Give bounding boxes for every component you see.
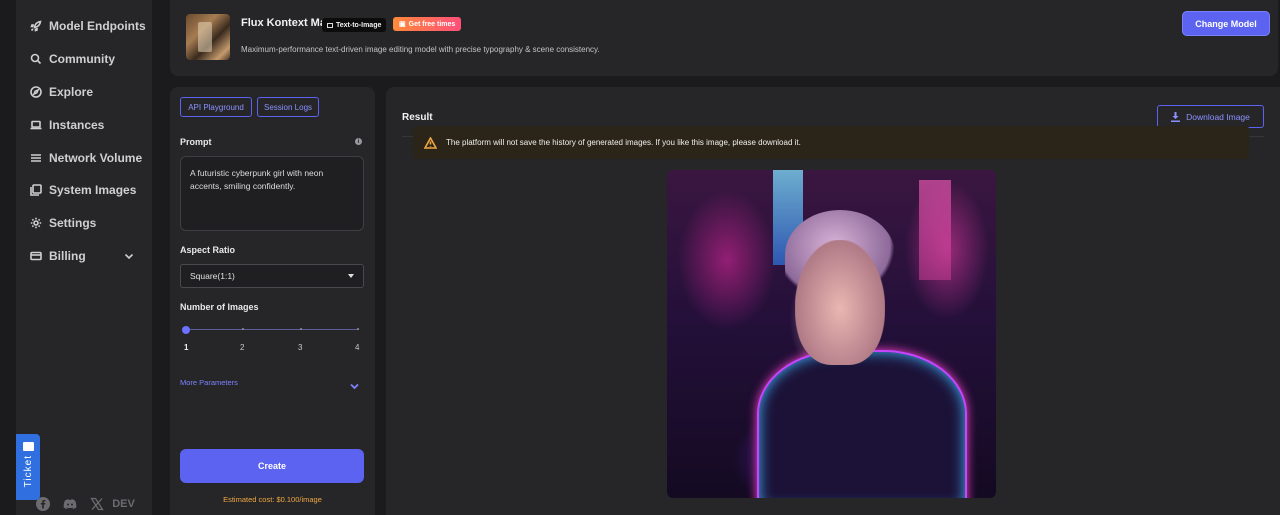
create-button[interactable]: Create	[180, 449, 364, 483]
warning-banner: The platform will not save the history o…	[413, 126, 1249, 159]
chevron-down-icon[interactable]	[350, 377, 359, 390]
aspect-ratio-label: Aspect Ratio	[180, 245, 236, 255]
sidebar-item-label: Network Volume	[49, 150, 143, 165]
prompt-input[interactable]: A futuristic cyberpunk girl with neon ac…	[180, 156, 364, 231]
compass-icon	[30, 86, 42, 98]
control-panel: API Playground Session Logs Prompt i A f…	[170, 87, 375, 515]
generated-image[interactable]	[667, 170, 996, 498]
prompt-label: Prompt	[180, 137, 212, 147]
neon-jacket	[757, 350, 967, 498]
sidebar-item-community[interactable]: Community	[16, 43, 152, 76]
warning-text: The platform will not save the history o…	[446, 138, 801, 147]
number-of-images-label: Number of Images	[180, 302, 259, 312]
tab-api-playground[interactable]: API Playground	[180, 97, 252, 117]
discord-icon[interactable]	[62, 496, 77, 511]
sidebar-nav: Model Endpoints Community Explore Instan…	[16, 10, 152, 272]
get-free-times-badge[interactable]: ▣ Get free times	[393, 17, 462, 31]
chevron-down-icon[interactable]	[124, 251, 134, 261]
list-icon	[31, 153, 41, 162]
text-to-image-tag: Text-to-Image	[322, 18, 387, 32]
sidebar-item-system-images[interactable]: System Images	[16, 174, 152, 207]
sidebar-item-label: Community	[49, 52, 115, 67]
sidebar-item-label: Explore	[49, 84, 94, 99]
face	[795, 240, 885, 365]
x-twitter-icon[interactable]	[89, 496, 104, 511]
slider-tick-label: 3	[298, 343, 303, 352]
neon-sign	[919, 180, 951, 280]
sidebar-item-label: Settings	[49, 216, 97, 231]
model-title: Flux Kontext Max	[241, 17, 333, 29]
download-image-button[interactable]: Download Image	[1157, 105, 1264, 128]
sidebar-item-label: Model Endpoints	[49, 19, 146, 34]
tab-session-logs[interactable]: Session Logs	[257, 97, 319, 117]
estimated-cost: Estimated cost: $0.100/image	[223, 495, 322, 504]
card-icon	[30, 251, 42, 261]
laptop-icon	[30, 120, 42, 130]
model-description: Maximum-performance text-driven image ed…	[241, 45, 600, 54]
model-header: Flux Kontext Max Text-to-Image ▣ Get free…	[170, 0, 1278, 76]
sidebar: Model Endpoints Community Explore Instan…	[16, 0, 152, 515]
more-parameters-toggle[interactable]: More Parameters	[180, 378, 238, 387]
slider-tick-label: 2	[240, 343, 245, 352]
sidebar-item-label: System Images	[49, 183, 137, 198]
slider-handle[interactable]	[182, 326, 190, 334]
social-links: DEV	[35, 496, 135, 511]
caret-down-icon	[348, 274, 354, 278]
slider-tick-label: 1	[184, 343, 189, 352]
aspect-ratio-select[interactable]: Square(1:1)	[180, 264, 364, 288]
aspect-ratio-value: Square(1:1)	[190, 271, 235, 281]
download-icon	[1171, 111, 1181, 122]
result-panel: Result Download Image The platform will …	[386, 87, 1280, 515]
images-icon	[30, 184, 42, 197]
slider-tick-label: 4	[355, 343, 360, 352]
rocket-icon	[30, 20, 42, 33]
info-icon[interactable]: i	[355, 138, 362, 145]
ticket-icon	[22, 442, 34, 451]
sidebar-item-explore[interactable]: Explore	[16, 76, 152, 109]
ticket-label: Ticket	[22, 455, 34, 488]
download-label: Download Image	[1186, 111, 1250, 122]
model-thumbnail	[186, 14, 230, 60]
change-model-button[interactable]: Change Model	[1182, 11, 1270, 36]
sidebar-item-label: Instances	[49, 117, 105, 132]
sidebar-item-network-volume[interactable]: Network Volume	[16, 141, 152, 174]
gift-icon: ▣	[399, 21, 406, 28]
image-tag-icon	[327, 22, 333, 28]
result-title: Result	[402, 112, 433, 123]
badge-label: Get free times	[408, 20, 456, 28]
slider-tick	[242, 328, 244, 330]
ticket-button[interactable]: Ticket	[16, 434, 40, 500]
slider-tick	[357, 328, 359, 330]
warning-icon	[424, 136, 437, 149]
sidebar-item-settings[interactable]: Settings	[16, 207, 152, 240]
number-of-images-slider[interactable]	[186, 329, 359, 330]
sidebar-item-label: Billing	[49, 248, 86, 263]
dev-icon[interactable]: DEV	[112, 496, 135, 511]
gear-icon	[30, 217, 42, 229]
community-search-icon	[30, 53, 42, 65]
sidebar-item-model-endpoints[interactable]: Model Endpoints	[16, 10, 152, 43]
tag-label: Text-to-Image	[336, 21, 382, 29]
slider-tick	[300, 328, 302, 330]
sidebar-item-billing[interactable]: Billing	[16, 240, 152, 273]
sidebar-item-instances[interactable]: Instances	[16, 108, 152, 141]
